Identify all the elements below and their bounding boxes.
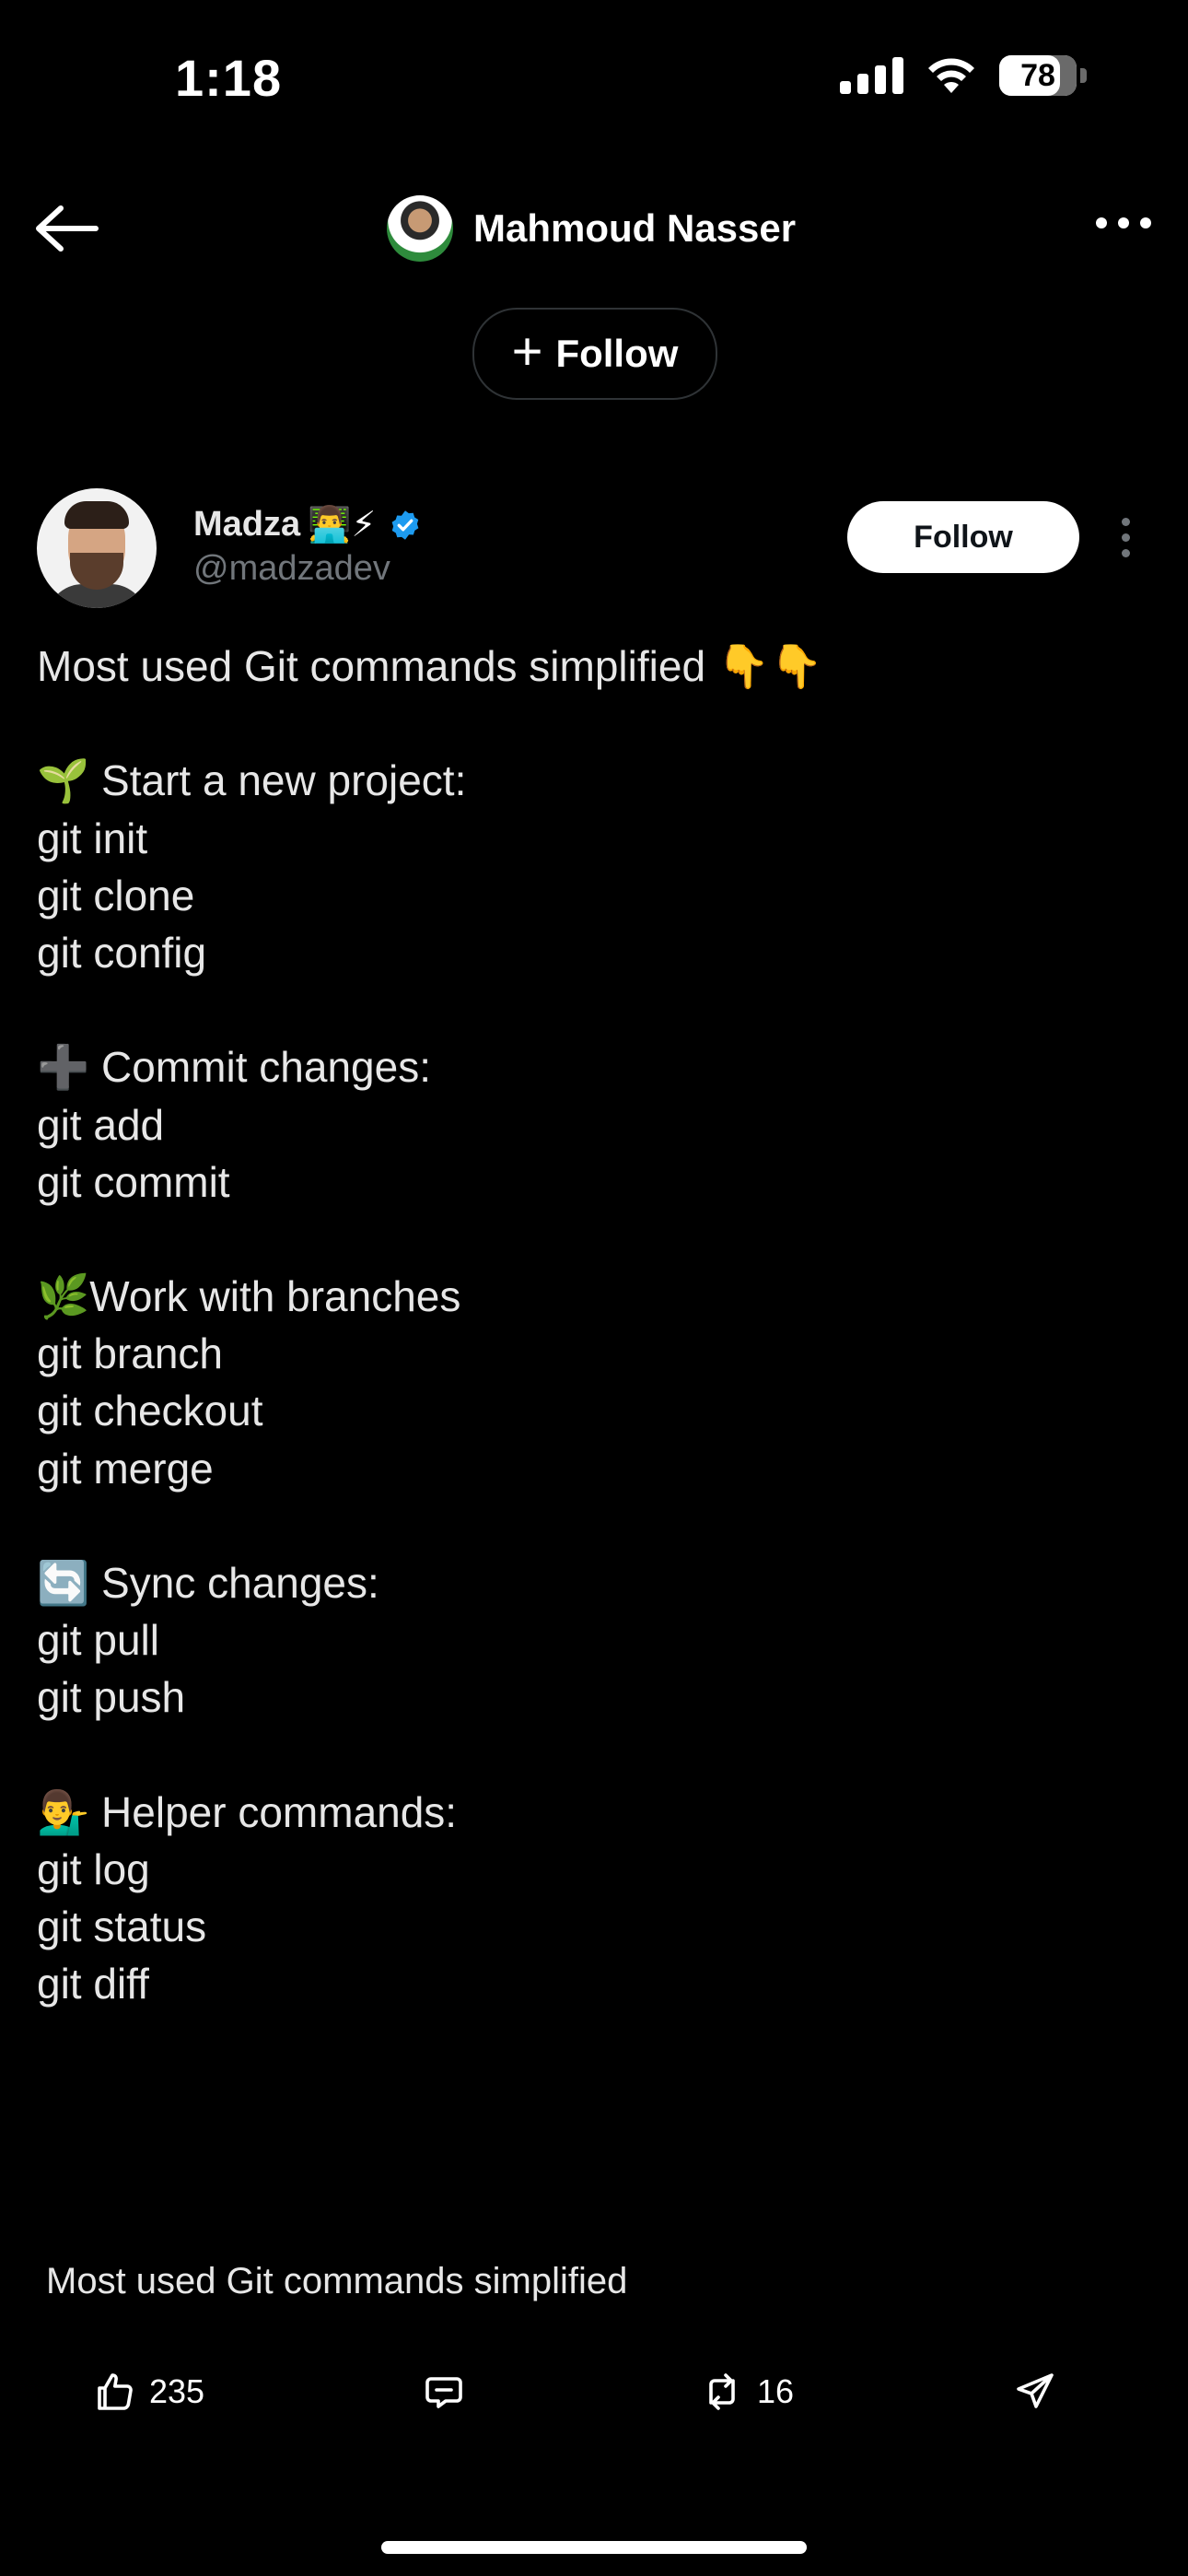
post-line: git config bbox=[37, 928, 207, 977]
repost-count: 16 bbox=[757, 2372, 795, 2410]
share-icon bbox=[1017, 2373, 1054, 2408]
cellular-signal-icon bbox=[840, 57, 903, 94]
verified-badge-icon bbox=[391, 509, 419, 540]
owner-name: Mahmoud Nasser bbox=[473, 206, 797, 250]
post-line: git diff bbox=[37, 1960, 149, 2008]
battery-level: 78 bbox=[1020, 57, 1055, 93]
status-time: 1:18 bbox=[175, 49, 283, 107]
author-emojis: 👨‍💻⚡ bbox=[308, 505, 377, 544]
reply-icon bbox=[425, 2377, 462, 2408]
like-icon bbox=[98, 2373, 133, 2410]
wifi-icon bbox=[928, 58, 974, 93]
post-line: 🌿Work with branches bbox=[37, 1272, 461, 1321]
post-line: git init bbox=[37, 814, 148, 862]
author-avatar[interactable] bbox=[37, 488, 157, 608]
post-line: 💁‍♂️ Helper commands: bbox=[37, 1787, 458, 1836]
author-name: Madza bbox=[193, 505, 301, 544]
post-line: git add bbox=[37, 1100, 165, 1149]
more-horizontal-icon[interactable] bbox=[1096, 217, 1151, 228]
home-indicator[interactable] bbox=[381, 2541, 807, 2554]
post-line: git branch bbox=[37, 1329, 224, 1378]
post-line: git merge bbox=[37, 1444, 214, 1493]
author-name-row[interactable]: Madza 👨‍💻⚡ bbox=[193, 505, 422, 544]
battery-icon: 78 bbox=[999, 55, 1077, 96]
post-line: ➕ Commit changes: bbox=[37, 1043, 431, 1092]
post-caption: Most used Git commands simplified bbox=[46, 2261, 628, 2301]
profile-header[interactable]: Mahmoud Nasser bbox=[387, 195, 796, 262]
post-body: Most used Git commands simplified 👇👇 🌱 St… bbox=[37, 638, 1142, 2013]
reply-button[interactable] bbox=[422, 2370, 466, 2414]
status-indicators: 78 bbox=[840, 55, 1087, 96]
repost-button[interactable]: 16 bbox=[700, 2370, 794, 2414]
repost-icon bbox=[709, 2373, 735, 2410]
header-follow-button[interactable]: + Follow bbox=[472, 308, 717, 400]
like-button[interactable]: 235 bbox=[92, 2370, 204, 2414]
follow-button[interactable]: Follow bbox=[847, 501, 1079, 573]
post-line: git clone bbox=[37, 871, 195, 919]
post-line: git checkout bbox=[37, 1387, 263, 1435]
post-line: git log bbox=[37, 1844, 150, 1893]
like-count: 235 bbox=[149, 2372, 205, 2410]
author-handle[interactable]: @madzadev bbox=[193, 549, 390, 589]
post-line: 🔄 Sync changes: bbox=[37, 1559, 379, 1607]
share-button[interactable] bbox=[1013, 2370, 1057, 2414]
post-line: git status bbox=[37, 1903, 207, 1951]
post-line: git push bbox=[37, 1673, 186, 1722]
owner-avatar bbox=[387, 195, 453, 262]
post-line: git pull bbox=[37, 1616, 159, 1665]
plus-icon: + bbox=[511, 322, 543, 381]
more-vertical-icon[interactable] bbox=[1122, 518, 1130, 557]
header-follow-label: Follow bbox=[555, 332, 679, 375]
back-arrow-icon[interactable] bbox=[33, 201, 99, 256]
post-line: Most used Git commands simplified 👇👇 bbox=[37, 642, 823, 690]
post-line: 🌱 Start a new project: bbox=[37, 756, 467, 805]
post-line: git commit bbox=[37, 1157, 230, 1206]
